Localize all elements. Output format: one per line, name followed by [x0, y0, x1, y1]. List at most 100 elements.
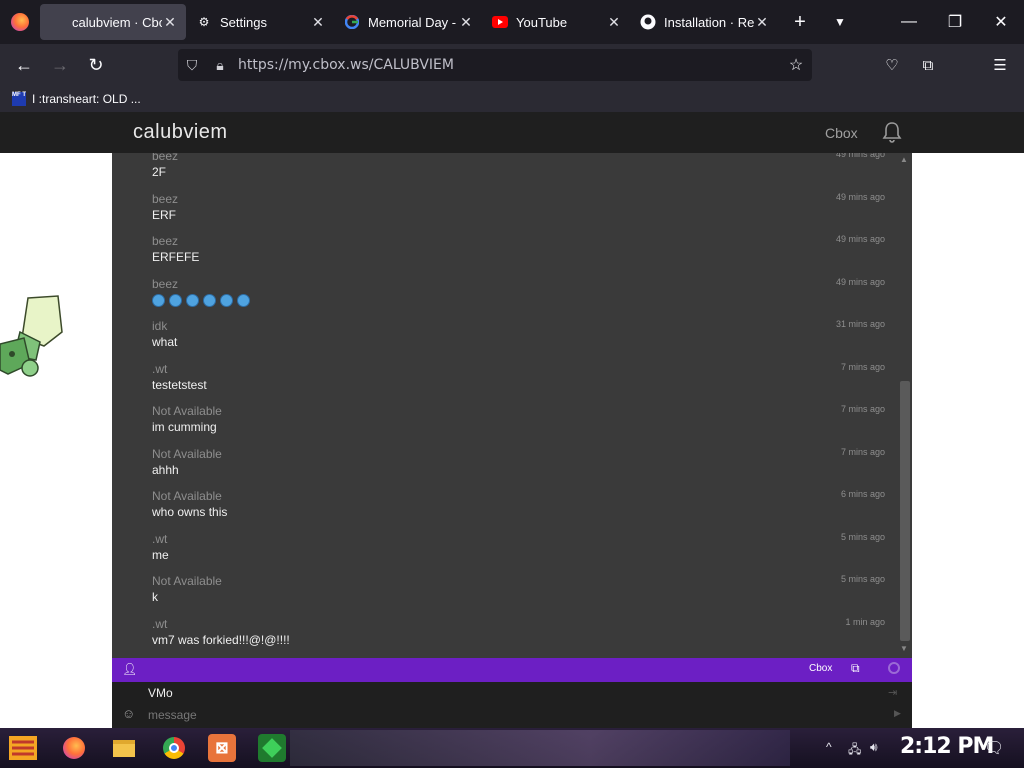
shield-icon[interactable]: ⛉: [178, 57, 206, 74]
message-author[interactable]: beez: [152, 192, 178, 206]
scroll-down-arrow-icon[interactable]: ▼: [896, 644, 912, 656]
message-text: im cumming: [152, 420, 217, 434]
chat-message: .wt 1 min ago vm7 was forkied!!!@!@!!!!: [152, 617, 885, 659]
reload-icon[interactable]: ↻: [78, 47, 114, 83]
popout-external-icon[interactable]: ⧉: [851, 661, 860, 676]
message-timestamp: 7 mins ago: [840, 361, 885, 372]
message-text: k: [152, 590, 158, 604]
chat-message: Not Available 7 mins ago im cumming: [152, 404, 885, 446]
message-text: me: [152, 547, 169, 562]
message-author[interactable]: .wt: [152, 532, 167, 546]
cbox-link[interactable]: Cbox: [825, 125, 858, 141]
chrome-icon[interactable]: [160, 734, 188, 762]
message-timestamp: 49 mins ago: [835, 234, 885, 244]
close-window-icon[interactable]: ✕: [978, 0, 1024, 44]
notifications-icon[interactable]: 🗨︎: [984, 738, 1004, 758]
message-author[interactable]: Not Available: [152, 447, 222, 461]
close-tab-icon[interactable]: ✕: [458, 14, 474, 31]
tab-youtube[interactable]: YouTube ✕: [484, 4, 630, 40]
message-text: ahhh: [152, 462, 179, 477]
login-icon[interactable]: ⇥: [888, 686, 897, 699]
message-text: who owns this: [152, 505, 228, 519]
chat-message-list[interactable]: beez 49 mins ago 2F beez 49 mins ago ERF beez 4…: [112, 153, 912, 658]
close-tab-icon[interactable]: ✕: [162, 14, 178, 31]
tab-title: Installation · Re: [664, 14, 754, 30]
close-tab-icon[interactable]: ✕: [606, 14, 622, 31]
message-input[interactable]: [148, 708, 848, 722]
message-timestamp: 5 mins ago: [840, 531, 885, 542]
firefox-taskbar-icon[interactable]: [60, 734, 88, 762]
tray-chevron-icon[interactable]: ^: [826, 740, 832, 754]
url-bar[interactable]: ⛉ 🔒︎ https://my.cbox.ws/CALUBVIEM ☆: [178, 49, 812, 81]
minimize-icon[interactable]: —: [886, 0, 932, 44]
message-author[interactable]: Not Available: [152, 574, 222, 588]
restore-icon[interactable]: ❐: [932, 0, 978, 44]
message-author[interactable]: idk: [152, 319, 167, 333]
taskbar-clock[interactable]: 2:12 PM: [900, 734, 994, 759]
volume-icon[interactable]: 🔊︎: [870, 740, 878, 755]
tab-settings[interactable]: ⚙ Settings ✕: [188, 4, 334, 40]
smiley-emoji-icon[interactable]: ☺: [122, 706, 135, 721]
cbox-footer-link[interactable]: Cbox: [809, 663, 832, 674]
message-timestamp: 6 mins ago: [840, 489, 885, 499]
pocket-icon[interactable]: ♡: [874, 44, 910, 86]
network-icon[interactable]: 🖧︎: [848, 740, 861, 761]
start-button-icon[interactable]: [6, 732, 40, 764]
sad-face-emoji-icon: [169, 293, 182, 307]
message-text: testetstest: [152, 377, 207, 392]
tab-installation[interactable]: Installation · Re ✕: [632, 4, 778, 40]
user-icon[interactable]: 👤︎: [122, 662, 137, 676]
list-all-tabs-chevron-icon[interactable]: ▼: [820, 15, 860, 29]
bell-icon[interactable]: [880, 120, 904, 144]
tab-calubviem[interactable]: calubviem · Cbox ✕: [40, 4, 186, 40]
message-timestamp: 7 mins ago: [840, 404, 885, 414]
send-arrow-icon[interactable]: ▶: [894, 708, 901, 719]
scrollbar-thumb[interactable]: [900, 381, 910, 641]
bookmark-star-icon[interactable]: ☆: [780, 55, 812, 75]
message-author[interactable]: .wt: [152, 617, 167, 631]
close-tab-icon[interactable]: ✕: [754, 14, 770, 31]
message-timestamp: 49 mins ago: [835, 276, 885, 287]
navigation-toolbar: ← → ↻ ⛉ 🔒︎ https://my.cbox.ws/CALUBVIEM …: [0, 44, 1024, 86]
bookmark-favicon: MF T: [12, 92, 26, 106]
extensions-icon[interactable]: ⧉: [910, 44, 946, 86]
message-text: [152, 293, 254, 307]
message-author[interactable]: beez: [152, 277, 178, 291]
chat-scrollbar[interactable]: ▲ ▼: [896, 153, 912, 658]
message-timestamp: 49 mins ago: [835, 153, 885, 159]
tab-title: Settings: [220, 14, 267, 30]
chat-message: Not Available 5 mins ago k: [152, 574, 885, 616]
youtube-icon: [492, 14, 508, 30]
name-input[interactable]: [148, 686, 848, 700]
forward-arrow-icon[interactable]: →: [42, 47, 78, 83]
sad-face-emoji-icon: [203, 293, 216, 307]
tab-memorial-day[interactable]: Memorial Day - Google ✕: [336, 4, 482, 40]
hamburger-menu-icon[interactable]: ☰: [982, 44, 1018, 86]
firefox-menu-icon[interactable]: [0, 0, 40, 44]
chat-message: beez 49 mins ago 2F: [152, 153, 885, 191]
message-author[interactable]: .wt: [152, 362, 167, 376]
page-title[interactable]: calubviem: [133, 121, 228, 144]
message-author[interactable]: beez: [152, 153, 178, 163]
chat-message: .wt 5 mins ago me: [152, 532, 885, 574]
back-arrow-icon[interactable]: ←: [6, 47, 42, 83]
scroll-up-arrow-icon[interactable]: ▲: [896, 155, 912, 167]
file-explorer-icon[interactable]: [110, 734, 138, 762]
xampp-icon[interactable]: ⊠: [208, 734, 236, 762]
bookmark-item[interactable]: I :transheart: OLD ...: [32, 92, 141, 106]
message-author[interactable]: beez: [152, 234, 178, 248]
green-app-icon[interactable]: [258, 734, 286, 762]
message-text: vm7 was forkied!!!@!@!!!!: [152, 632, 290, 647]
google-icon: [344, 14, 360, 30]
url-text[interactable]: https://my.cbox.ws/CALUBVIEM: [234, 57, 780, 73]
account-icon[interactable]: [946, 44, 982, 86]
chat-message: beez 49 mins ago: [152, 277, 885, 319]
message-author[interactable]: Not Available: [152, 404, 222, 418]
new-tab-button[interactable]: +: [780, 11, 820, 34]
message-author[interactable]: Not Available: [152, 489, 222, 503]
tab-bar: calubviem · Cbox ✕ ⚙ Settings ✕ Memorial…: [0, 0, 1024, 44]
close-tab-icon[interactable]: ✕: [310, 14, 326, 31]
sad-face-emoji-icon: [237, 293, 250, 307]
lock-icon[interactable]: 🔒︎: [206, 57, 234, 74]
refresh-icon[interactable]: [888, 662, 900, 674]
